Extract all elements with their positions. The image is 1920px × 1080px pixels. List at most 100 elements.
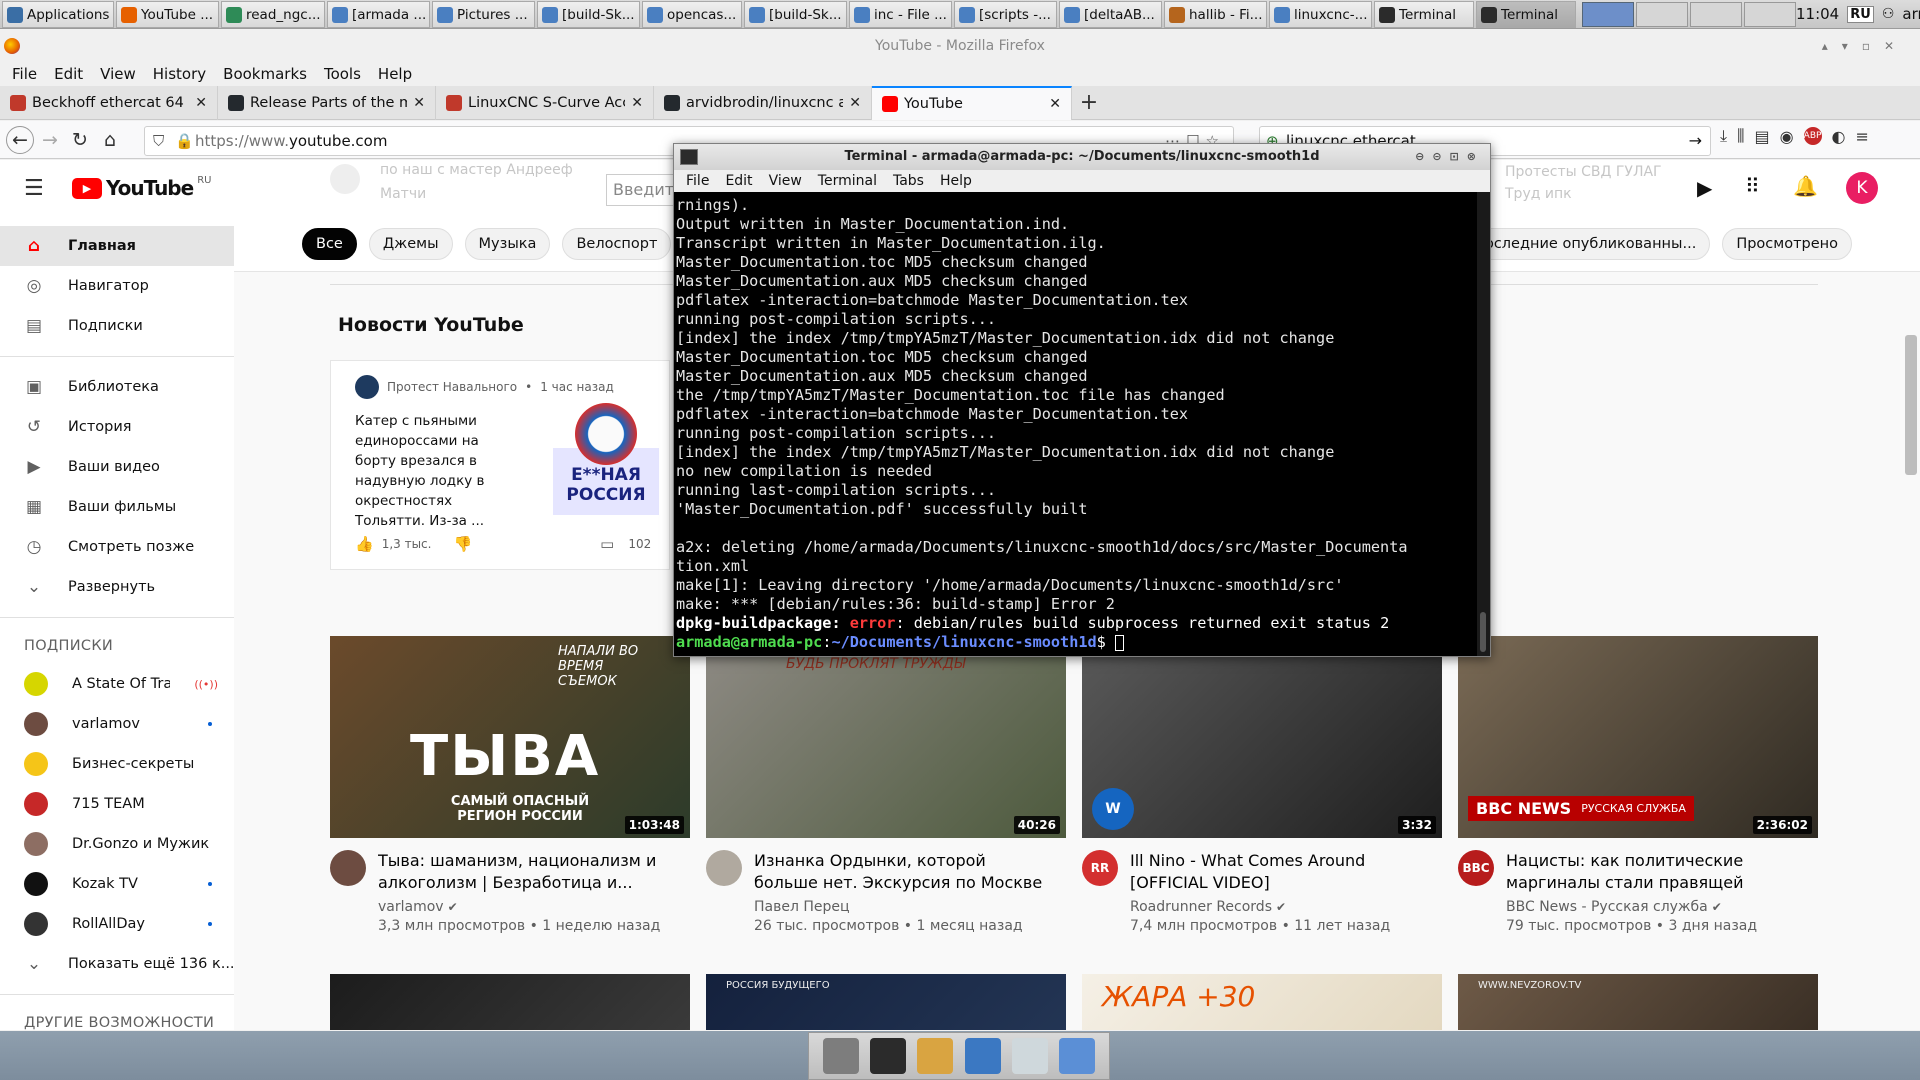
taskbar-item[interactable]: [armada ...: [327, 1, 430, 28]
reload-button[interactable]: ↻: [66, 126, 94, 154]
library-icon[interactable]: ⫼: [1737, 126, 1744, 146]
hamburger-menu-icon[interactable]: ≡: [1856, 127, 1869, 146]
channel-avatar[interactable]: BBC: [1458, 850, 1494, 886]
terminal-output[interactable]: rnings). Output written in Master_Documen…: [676, 196, 1476, 656]
drive-icon[interactable]: [822, 1038, 859, 1074]
video-thumbnail[interactable]: РОССИЯ БУДУЩЕГО: [706, 974, 1066, 1030]
account-avatar[interactable]: K: [1846, 172, 1878, 204]
video-card[interactable]: W 3:32 RR Ill Nino - What Comes Around [OFF…: [1082, 636, 1442, 936]
filter-chip[interactable]: Джемы: [368, 227, 453, 260]
terminal-window-controls[interactable]: ⊖⊝⊡⊗: [1415, 144, 1484, 170]
menu-history[interactable]: History: [153, 65, 206, 83]
channel-avatar[interactable]: [330, 850, 366, 886]
video-card[interactable]: БУДЬ ПРОКЛЯТ ТРУЖДЫ 40:26 Изнанка Ордынки,…: [706, 636, 1066, 936]
browser-tab[interactable]: YouTube ✕: [872, 85, 1072, 120]
video-thumbnail[interactable]: WWW.NEVZOROV.TV: [1458, 974, 1818, 1030]
taskbar-item[interactable]: [build-Sk...: [537, 1, 640, 28]
taskbar-item[interactable]: linuxcnc-...: [1269, 1, 1372, 28]
community-post[interactable]: Протест Навального • 1 час назад Катер с…: [330, 360, 670, 570]
subscription-item[interactable]: 715 TEAM: [0, 784, 234, 824]
browser-tab[interactable]: LinuxCNC S-Curve Accele✕: [436, 85, 654, 120]
browser-tab[interactable]: Release Parts of the mot✕: [218, 85, 436, 120]
downloads-icon[interactable]: ⤓: [1720, 126, 1727, 146]
new-tab-button[interactable]: +: [1072, 90, 1106, 115]
taskbar-item[interactable]: Pictures ...: [432, 1, 535, 28]
workspace-switcher[interactable]: [1582, 1, 1796, 27]
post-channel[interactable]: Протест Навального: [387, 380, 517, 394]
menu-tools[interactable]: Tools: [324, 65, 361, 83]
terminal-window[interactable]: Terminal - armada@armada-pc: ~/Documents…: [673, 143, 1491, 657]
window-controls[interactable]: ▴▾▫✕: [1822, 30, 1908, 62]
browser-tab[interactable]: arvidbrodin/linuxcnc at s✕: [654, 85, 872, 120]
taskbar-item[interactable]: Applications: [2, 1, 114, 28]
guide-menu-icon[interactable]: ☰: [24, 176, 44, 201]
video-card[interactable]: ТЫВА САМЫЙ ОПАСНЫЙ РЕГИОН РОССИИ НАПАЛИ ВО…: [330, 636, 690, 936]
browser-tab[interactable]: Beckhoff ethercat 64 wit✕: [0, 85, 218, 120]
comment-icon[interactable]: ▭: [600, 535, 614, 553]
video-card[interactable]: BBC NEWS РУССКАЯ СЛУЖБА 2:36:02 BBC Нацисты:…: [1458, 636, 1818, 936]
terminal-scrollbar[interactable]: [1477, 192, 1490, 656]
video-title[interactable]: Тыва: шаманизм, национализм и алкоголизм…: [378, 850, 678, 894]
taskbar-item[interactable]: read_ngc...: [221, 1, 325, 28]
terminal-menu-file[interactable]: File: [686, 173, 709, 189]
taskbar-item[interactable]: [build-Sk...: [744, 1, 847, 28]
video-title[interactable]: Изнанка Ордынки, которой больше нет. Экс…: [754, 850, 1054, 894]
terminal-scroll-thumb[interactable]: [1480, 612, 1486, 652]
channel-name[interactable]: varlamov: [378, 899, 444, 915]
dislike-icon[interactable]: 👎: [453, 535, 472, 553]
video-thumbnail[interactable]: BBC NEWS РУССКАЯ СЛУЖБА 2:36:02: [1458, 636, 1818, 838]
like-icon[interactable]: 👍: [355, 535, 374, 553]
channel-avatar[interactable]: [706, 850, 742, 886]
subscription-item[interactable]: varlamov: [0, 704, 234, 744]
sync-icon[interactable]: ◉: [1780, 127, 1794, 146]
taskbar-item[interactable]: Terminal: [1374, 1, 1474, 28]
taskbar-item[interactable]: [deltaAB...: [1059, 1, 1162, 28]
taskbar-item[interactable]: hallib - Fi...: [1164, 1, 1267, 28]
sidebar-item[interactable]: ▤ Подписки: [0, 306, 234, 346]
taskbar-item[interactable]: [scripts -...: [954, 1, 1057, 28]
search-icon[interactable]: [1011, 1038, 1048, 1074]
filter-chip[interactable]: Велоспорт: [562, 227, 672, 260]
terminal-icon[interactable]: [869, 1038, 906, 1074]
folder-icon[interactable]: [1059, 1038, 1096, 1074]
extension-icon[interactable]: ◐: [1832, 127, 1846, 146]
archive-icon[interactable]: [917, 1038, 954, 1074]
terminal-titlebar[interactable]: Terminal - armada@armada-pc: ~/Documents…: [674, 144, 1490, 170]
close-tab-icon[interactable]: ✕: [631, 95, 643, 111]
video-thumbnail[interactable]: [330, 974, 690, 1030]
terminal-menu-tabs[interactable]: Tabs: [893, 173, 924, 189]
workspace-2[interactable]: [1636, 1, 1688, 27]
youtube-logo[interactable]: ▶ YouTube RU: [72, 175, 211, 200]
channel-name[interactable]: BBC News - Русская служба: [1506, 899, 1708, 915]
close-tab-icon[interactable]: ✕: [1049, 96, 1061, 112]
youtube-search-input[interactable]: Введите: [606, 174, 676, 206]
filter-chip[interactable]: Музыка: [464, 227, 551, 260]
terminal-menu-edit[interactable]: Edit: [725, 173, 752, 189]
sidebar-item[interactable]: ▶ Ваши видео: [0, 447, 234, 487]
video-thumbnail[interactable]: ЖАРА +30: [1082, 974, 1442, 1030]
menu-bookmarks[interactable]: Bookmarks: [223, 65, 307, 83]
video-thumbnail[interactable]: ТЫВА САМЫЙ ОПАСНЫЙ РЕГИОН РОССИИ НАПАЛИ ВО…: [330, 636, 690, 838]
video-title[interactable]: Нацисты: как политические маргиналы стал…: [1506, 850, 1806, 894]
web-browser-icon[interactable]: [964, 1038, 1001, 1074]
back-button[interactable]: ←: [6, 125, 34, 154]
menu-file[interactable]: File: [12, 65, 37, 83]
apps-grid-icon[interactable]: ⠿: [1745, 174, 1760, 198]
video-thumbnail[interactable]: W 3:32: [1082, 636, 1442, 838]
menu-help[interactable]: Help: [378, 65, 412, 83]
terminal-menu-help[interactable]: Help: [940, 173, 972, 189]
workspace-1[interactable]: [1582, 1, 1634, 27]
subscription-item[interactable]: RollAllDay: [0, 904, 234, 944]
subscription-item[interactable]: Dr.Gonzo и Мужик: [0, 824, 234, 864]
subscription-item[interactable]: A State Of Trance((•)): [0, 664, 234, 704]
post-image[interactable]: Е**НАЯ РОССИЯ: [553, 403, 659, 515]
shield-icon[interactable]: ⛉: [153, 127, 164, 155]
sidebar-icon[interactable]: ▤: [1754, 127, 1769, 146]
page-scrollbar[interactable]: [1905, 335, 1917, 475]
sidebar-item[interactable]: ◎ Навигатор: [0, 266, 234, 306]
filter-chip[interactable]: Просмотрено: [1722, 227, 1852, 260]
channel-avatar[interactable]: [355, 375, 379, 399]
filter-chip[interactable]: Последние опубликованны...: [1460, 227, 1711, 260]
menu-edit[interactable]: Edit: [54, 65, 83, 83]
channel-name[interactable]: Roadrunner Records: [1130, 899, 1272, 915]
